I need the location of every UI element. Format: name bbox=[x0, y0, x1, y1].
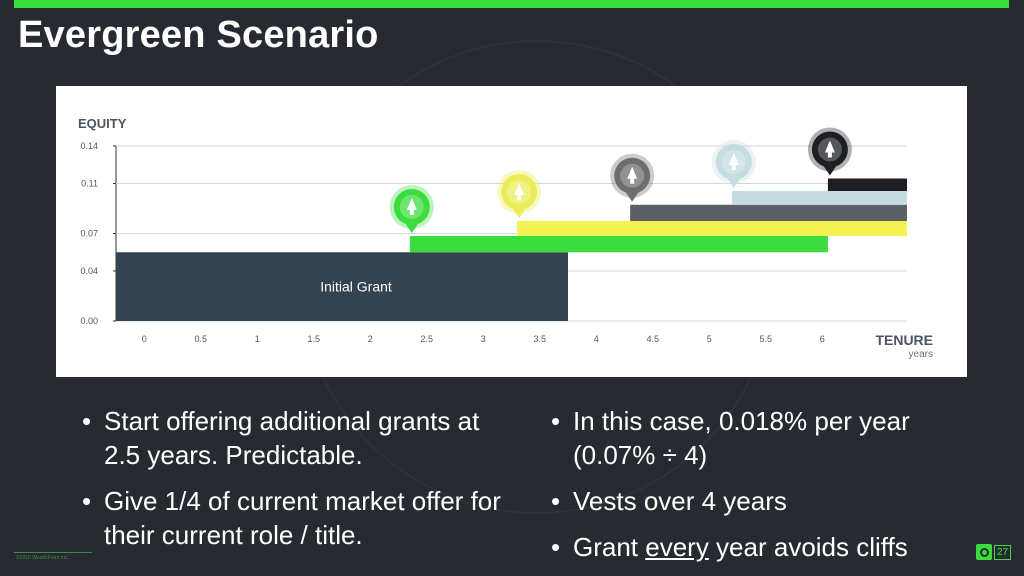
footer-copyright: ©2016 WealthFront Inc. bbox=[16, 555, 69, 561]
grant-marker-icon bbox=[389, 185, 434, 233]
x-tick-label: 1.5 bbox=[307, 334, 320, 344]
y-tick-label: 0.07 bbox=[80, 229, 98, 239]
x-axis-label: TENURE bbox=[875, 332, 933, 348]
initial-grant-label: Initial Grant bbox=[320, 279, 392, 295]
x-tick-label: 4 bbox=[594, 334, 599, 344]
x-tick-label: 1 bbox=[255, 334, 260, 344]
bullet-item: Give 1/4 of current market offer for the… bbox=[82, 484, 522, 552]
x-tick-label: 2.5 bbox=[420, 334, 433, 344]
grant-marker-icon bbox=[807, 127, 852, 176]
page-number: 27 bbox=[994, 544, 1012, 560]
grant-marker-icon bbox=[610, 153, 655, 202]
tenure-equity-chart: EQUITY TENURE years 0.14 0.11 0.07 0.04 0.00… bbox=[78, 116, 933, 360]
page-indicator: 27 bbox=[976, 544, 1012, 560]
x-tick-label: 0 bbox=[142, 334, 147, 344]
chart-card: EQUITY TENURE years 0.14 0.11 0.07 0.04 0.00… bbox=[56, 86, 967, 377]
x-tick-label: 0.5 bbox=[194, 334, 207, 344]
grant-marker-icon bbox=[497, 170, 542, 218]
x-tick-label: 3.5 bbox=[533, 334, 546, 344]
y-axis-label: EQUITY bbox=[78, 116, 127, 131]
x-tick-label: 6 bbox=[820, 334, 825, 344]
footer-rule bbox=[14, 552, 92, 553]
bullet-list-right: In this case, 0.018% per year (0.07% ÷ 4… bbox=[551, 404, 951, 576]
bullet-list-left: Start offering additional grants at 2.5 … bbox=[82, 404, 522, 564]
grant-bar bbox=[827, 178, 907, 191]
x-tick-label: 5 bbox=[707, 334, 712, 344]
bullet-item: Grant every year avoids cliffs bbox=[551, 530, 951, 564]
brand-logo-icon bbox=[976, 544, 992, 560]
slide-title: Evergreen Scenario bbox=[18, 14, 379, 56]
grant-marker-icon bbox=[711, 140, 756, 188]
bullet-text-underlined: every bbox=[645, 532, 709, 562]
x-tick-label: 3 bbox=[481, 334, 486, 344]
top-accent-bar bbox=[14, 0, 1009, 8]
x-tick-label: 2 bbox=[368, 334, 373, 344]
bullet-text-before: Grant bbox=[573, 532, 646, 562]
grant-bar bbox=[409, 236, 828, 253]
x-tick-label: 5.5 bbox=[759, 334, 772, 344]
x-axis-sublabel: years bbox=[909, 349, 933, 360]
bullet-item: Start offering additional grants at 2.5 … bbox=[82, 404, 522, 472]
grant-bar bbox=[517, 221, 907, 236]
y-tick-label: 0.14 bbox=[80, 141, 98, 151]
bullet-item: Vests over 4 years bbox=[551, 484, 951, 518]
x-tick-label: 4.5 bbox=[646, 334, 659, 344]
grant-bar bbox=[630, 204, 907, 221]
y-tick-label: 0.04 bbox=[80, 266, 98, 276]
y-tick-label: 0.11 bbox=[81, 179, 98, 189]
y-tick-label: 0.00 bbox=[80, 316, 98, 326]
bullet-item: In this case, 0.018% per year (0.07% ÷ 4… bbox=[551, 404, 951, 472]
grant-bar bbox=[731, 191, 907, 205]
bullet-text-after: year avoids cliffs bbox=[708, 532, 908, 562]
